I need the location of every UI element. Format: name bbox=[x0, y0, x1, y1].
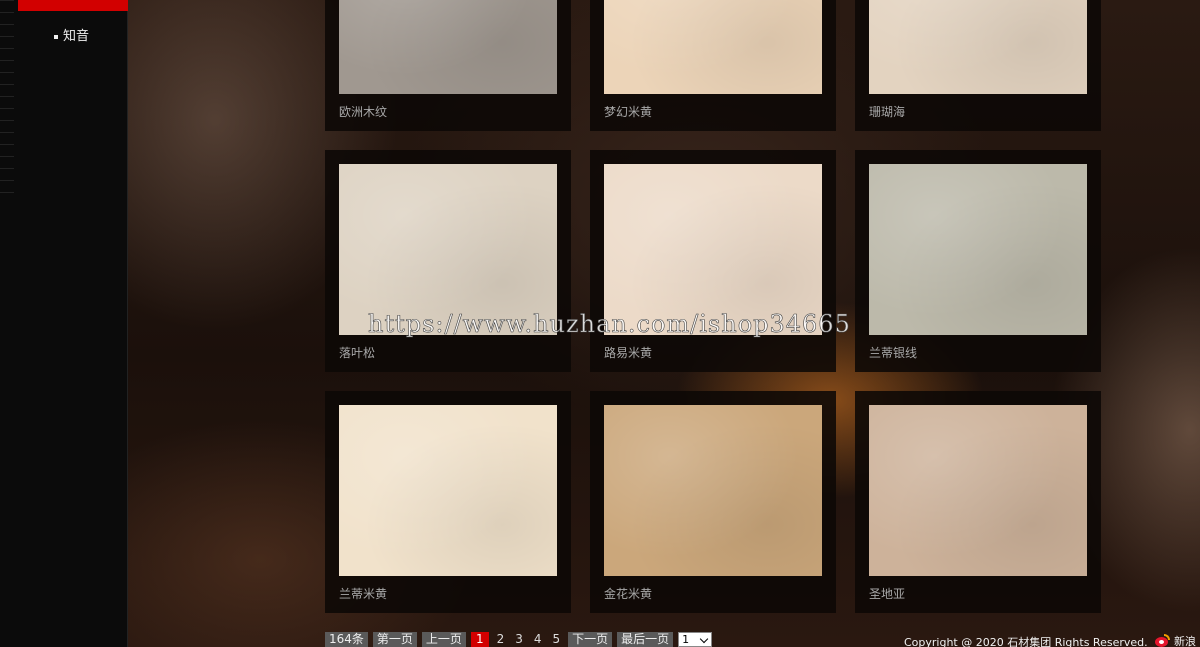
footer-copyright: Copyright @ 2020 石材集团 Rights Reserved. bbox=[904, 636, 1148, 647]
product-name[interactable]: 兰蒂米黄 bbox=[339, 587, 387, 601]
sidebar-item-label: 知音 bbox=[63, 29, 90, 44]
page-number-4[interactable]: 4 bbox=[531, 632, 545, 647]
product-image[interactable] bbox=[604, 405, 822, 576]
product-name[interactable]: 兰蒂银线 bbox=[869, 346, 917, 360]
product-image[interactable] bbox=[604, 0, 822, 94]
product-name[interactable]: 圣地亚 bbox=[869, 587, 905, 601]
product-card[interactable]: 欧洲木纹 bbox=[325, 0, 571, 131]
page-number-1[interactable]: 1 bbox=[470, 632, 489, 647]
last-page-button[interactable]: 最后一页 bbox=[617, 632, 674, 647]
product-card[interactable]: 兰蒂米黄 bbox=[325, 391, 571, 613]
product-name[interactable]: 梦幻米黄 bbox=[604, 105, 652, 119]
product-name[interactable]: 落叶松 bbox=[339, 346, 375, 360]
product-name[interactable]: 珊瑚海 bbox=[869, 105, 905, 119]
pagination: 164条 第一页 上一页 1 2 3 4 5 下一页 最后一页 1 bbox=[325, 632, 713, 647]
product-image[interactable] bbox=[869, 405, 1087, 576]
product-card[interactable]: 梦幻米黄 bbox=[590, 0, 836, 131]
product-image[interactable] bbox=[869, 0, 1087, 94]
page-number-3[interactable]: 3 bbox=[512, 632, 526, 647]
product-name[interactable]: 金花米黄 bbox=[604, 587, 652, 601]
page-select-value: 1 bbox=[682, 633, 690, 646]
bullet-icon bbox=[54, 35, 58, 39]
weibo-label: 新浪 bbox=[1174, 635, 1196, 647]
prev-page-button[interactable]: 上一页 bbox=[421, 632, 466, 647]
product-card[interactable]: 圣地亚 bbox=[855, 391, 1101, 613]
page-number-5[interactable]: 5 bbox=[550, 632, 564, 647]
product-image[interactable] bbox=[869, 164, 1087, 335]
product-card[interactable]: 金花米黄 bbox=[590, 391, 836, 613]
product-card[interactable]: 兰蒂银线 bbox=[855, 150, 1101, 372]
product-card[interactable]: 珊瑚海 bbox=[855, 0, 1101, 131]
sidebar-ruler bbox=[0, 0, 14, 200]
weibo-icon bbox=[1154, 634, 1170, 647]
page-number-2[interactable]: 2 bbox=[494, 632, 508, 647]
product-image[interactable] bbox=[339, 405, 557, 576]
total-count: 164条 bbox=[325, 632, 368, 647]
product-card[interactable]: 落叶松 bbox=[325, 150, 571, 372]
product-name[interactable]: 路易米黄 bbox=[604, 346, 652, 360]
product-name[interactable]: 欧洲木纹 bbox=[339, 105, 387, 119]
sidebar-item-zhiyin[interactable]: 知音 bbox=[54, 28, 89, 46]
product-card[interactable]: 路易米黄 bbox=[590, 150, 836, 372]
product-image[interactable] bbox=[339, 0, 557, 94]
page-select[interactable]: 1 bbox=[678, 632, 713, 647]
sidebar: 知音 bbox=[0, 0, 128, 647]
chevron-down-icon bbox=[699, 634, 709, 644]
watermark-text: https://www.huzhan.com/ishop34665 bbox=[368, 310, 851, 339]
next-page-button[interactable]: 下一页 bbox=[568, 632, 613, 647]
first-page-button[interactable]: 第一页 bbox=[372, 632, 417, 647]
sidebar-active-tab[interactable] bbox=[18, 0, 128, 11]
weibo-link[interactable]: 新浪 bbox=[1154, 633, 1196, 647]
